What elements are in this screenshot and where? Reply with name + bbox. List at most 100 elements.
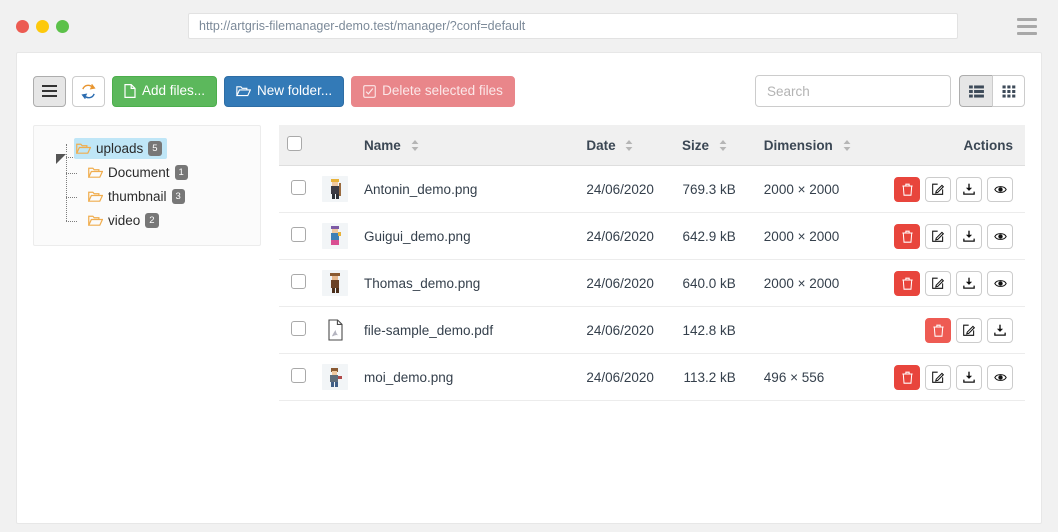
preview-file-button[interactable]: [987, 270, 1013, 296]
tree-connector: [66, 220, 77, 222]
preview-file-button[interactable]: [987, 223, 1013, 249]
edit-icon: [932, 277, 944, 289]
row-date: 24/06/2020: [578, 212, 674, 260]
new-folder-button[interactable]: New folder...: [224, 75, 345, 107]
file-table: Name Date Size Dimension Actions Antonin…: [279, 125, 1025, 401]
th-dimension[interactable]: Dimension: [755, 125, 886, 166]
tree-children: Document 1 thumbnail 3 video 2: [66, 154, 250, 231]
tree-item-badge: 2: [145, 212, 159, 229]
row-actions: [886, 353, 1025, 401]
table-row[interactable]: Guigui_demo.png 24/06/2020 642.9 kB 2000…: [279, 212, 1025, 260]
add-files-button[interactable]: Add files...: [112, 75, 218, 107]
row-actions: [886, 212, 1025, 260]
table-row[interactable]: Antonin_demo.png 24/06/2020 769.3 kB 200…: [279, 165, 1025, 213]
delete-file-button[interactable]: [894, 223, 920, 249]
delete-file-button[interactable]: [925, 317, 951, 343]
download-file-button[interactable]: [956, 223, 982, 249]
tree-item-document[interactable]: Document 1: [66, 162, 193, 183]
row-dimension: 2000 × 2000: [755, 259, 886, 307]
th-date[interactable]: Date: [578, 125, 674, 166]
tree-connector: [66, 144, 67, 152]
delete-selected-files-button[interactable]: Delete selected files: [351, 75, 515, 107]
tree-item-thumbnail[interactable]: thumbnail 3: [66, 186, 190, 207]
row-size: 113.2 kB: [673, 353, 756, 401]
row-checkbox[interactable]: [291, 274, 306, 289]
folder-tree: uploads 5 Document 1 thumbnail 3 video 2: [44, 138, 250, 231]
download-file-button[interactable]: [956, 176, 982, 202]
row-size: 642.9 kB: [673, 212, 756, 260]
tree-item-uploads[interactable]: uploads 5: [74, 138, 167, 159]
folder-tree-panel: uploads 5 Document 1 thumbnail 3 video 2: [33, 125, 261, 246]
th-select-all: [279, 125, 314, 166]
eye-icon: [993, 373, 1007, 381]
row-checkbox-cell: [279, 353, 314, 401]
row-checkbox-cell: [279, 165, 314, 213]
list-view-icon: [968, 84, 984, 98]
row-checkbox[interactable]: [291, 368, 306, 383]
tree-connector: [66, 172, 77, 174]
download-file-button[interactable]: [987, 317, 1013, 343]
th-actions-label: Actions: [963, 137, 1013, 153]
download-file-button[interactable]: [956, 270, 982, 296]
delete-file-button[interactable]: [894, 364, 920, 390]
trash-icon: [901, 230, 913, 243]
row-name: Antonin_demo.png: [356, 165, 579, 213]
delete-file-button[interactable]: [894, 176, 920, 202]
maximize-window-button[interactable]: [56, 19, 69, 33]
app-page: Add files... New folder... Delete select…: [16, 52, 1042, 524]
list-view-button[interactable]: [959, 75, 992, 107]
address-bar[interactable]: http://artgris-filemanager-demo.test/man…: [188, 13, 958, 39]
edit-file-button[interactable]: [925, 364, 951, 390]
th-name[interactable]: Name: [356, 125, 579, 166]
eye-icon: [993, 185, 1007, 193]
row-checkbox[interactable]: [291, 180, 306, 195]
search-input[interactable]: [755, 75, 951, 107]
eye-icon: [993, 279, 1007, 287]
hamburger-icon: [42, 85, 57, 97]
tree-item-label: uploads: [96, 141, 144, 156]
edit-file-button[interactable]: [925, 176, 951, 202]
grid-view-button[interactable]: [992, 75, 1025, 107]
th-size-label: Size: [681, 137, 709, 153]
sidebar-toggle-button[interactable]: [33, 75, 66, 107]
preview-file-button[interactable]: [987, 364, 1013, 390]
table-row[interactable]: moi_demo.png 24/06/2020 113.2 kB 496 × 5…: [279, 353, 1025, 401]
sort-icon: [719, 139, 727, 151]
download-file-button[interactable]: [956, 364, 982, 390]
toolbar-right-group: [755, 75, 1025, 107]
close-window-button[interactable]: [16, 19, 29, 33]
tree-connector: [66, 196, 77, 198]
table-header-row: Name Date Size Dimension Actions: [279, 125, 1025, 166]
minimize-window-button[interactable]: [36, 19, 49, 33]
app-content: uploads 5 Document 1 thumbnail 3 video 2…: [17, 115, 1041, 401]
row-dimension: 2000 × 2000: [755, 165, 886, 213]
download-icon: [963, 230, 975, 242]
preview-file-button[interactable]: [987, 176, 1013, 202]
tree-item-label: thumbnail: [108, 189, 167, 204]
sort-icon: [411, 139, 418, 151]
select-all-checkbox[interactable]: [287, 136, 302, 151]
tree-item-video[interactable]: video 2: [66, 210, 164, 231]
th-size[interactable]: Size: [673, 125, 756, 166]
browser-menu-icon[interactable]: [1010, 9, 1044, 43]
table-row[interactable]: file-sample_demo.pdf 24/06/2020 142.8 kB: [279, 306, 1025, 354]
row-date: 24/06/2020: [578, 165, 674, 213]
folder-open-icon: [236, 86, 252, 97]
row-actions: [886, 165, 1025, 213]
edit-file-button[interactable]: [925, 270, 951, 296]
image-thumbnail: [322, 364, 348, 390]
row-checkbox[interactable]: [291, 321, 306, 336]
refresh-icon: [81, 83, 96, 99]
edit-file-button[interactable]: [925, 223, 951, 249]
delete-selected-files-label: Delete selected files: [382, 83, 503, 99]
image-thumbnail: [322, 223, 348, 249]
collapse-tree-icon[interactable]: [56, 154, 66, 164]
toolbar-left-group: [33, 75, 105, 107]
delete-file-button[interactable]: [894, 270, 920, 296]
pdf-file-icon: [328, 319, 343, 341]
edit-file-button[interactable]: [956, 317, 982, 343]
tree-connector: [66, 154, 67, 221]
table-row[interactable]: Thomas_demo.png 24/06/2020 640.0 kB 2000…: [279, 259, 1025, 307]
row-checkbox[interactable]: [291, 227, 306, 242]
refresh-button[interactable]: [72, 75, 105, 107]
